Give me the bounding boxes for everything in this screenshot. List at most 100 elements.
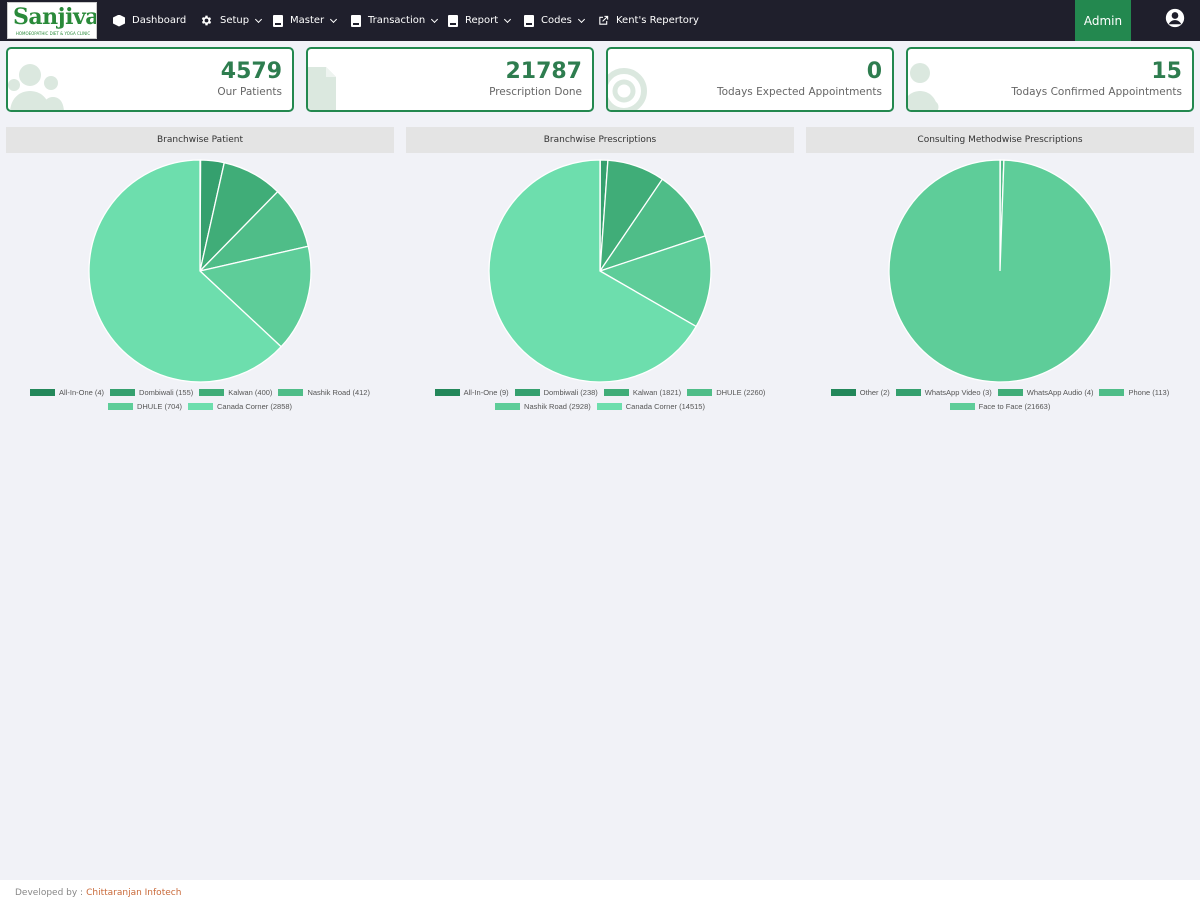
legend-label: All-In-One (4)	[59, 387, 105, 397]
nav-report-label: Report	[465, 15, 499, 26]
legend-swatch	[895, 388, 921, 396]
file-icon	[308, 67, 336, 110]
external-link-icon	[599, 15, 609, 25]
cube-icon	[113, 14, 125, 27]
stat-card-confirmed-appointments: 15 Todays Confirmed Appointments	[906, 47, 1194, 112]
book-icon	[524, 14, 534, 27]
nav-report[interactable]: Report	[448, 0, 512, 41]
legend-item[interactable]: Canada Corner (14515)	[596, 401, 705, 411]
legend-item[interactable]: WhatsApp Video (3)	[895, 387, 992, 397]
legend-label: WhatsApp Audio (4)	[1026, 387, 1094, 397]
legend-swatch	[997, 388, 1023, 396]
legend-label: Other (2)	[859, 387, 890, 397]
chart-panel-branchwise-patient: Branchwise Patient All-In-One (4) Dombiwa…	[6, 127, 394, 417]
pie-slice-face-to-face[interactable]	[888, 159, 1112, 383]
legend-label: Nashik Road (412)	[307, 387, 370, 397]
chevron-down-icon	[255, 15, 263, 23]
legend-item[interactable]: Other (2)	[830, 387, 890, 397]
book-icon	[448, 14, 458, 27]
legend-item[interactable]: DHULE (704)	[107, 401, 182, 411]
chart-title: Branchwise Patient	[6, 127, 394, 153]
nav-setup[interactable]: Setup	[200, 0, 263, 41]
chevron-down-icon	[577, 15, 585, 23]
chart-panel-consulting-methodwise: Consulting Methodwise Prescriptions Othe…	[806, 127, 1194, 417]
chevron-down-icon	[431, 15, 439, 23]
brand-name: Sanjivani	[13, 4, 96, 30]
legend-label: WhatsApp Video (3)	[924, 387, 992, 397]
legend-label: Kalwan (400)	[228, 387, 273, 397]
legend-swatch	[514, 388, 540, 396]
chevron-down-icon	[330, 15, 338, 23]
legend-item[interactable]: Dombiwali (238)	[514, 387, 598, 397]
legend-label: Phone (113)	[1128, 387, 1170, 397]
legend-item[interactable]: Dombiwali (155)	[110, 387, 193, 397]
legend-label: DHULE (2260)	[716, 387, 766, 397]
stat-value: 0	[866, 59, 882, 84]
legend-label: Dombiwali (238)	[543, 387, 598, 397]
user-account-icon[interactable]	[1165, 8, 1185, 28]
stat-card-expected-appointments: 0 Todays Expected Appointments	[606, 47, 894, 112]
nav-transaction-label: Transaction	[368, 15, 426, 26]
stat-card-prescriptions: 21787 Prescription Done	[306, 47, 594, 112]
pie-chart	[488, 159, 712, 383]
legend-item[interactable]: Kalwan (400)	[199, 387, 272, 397]
legend-swatch	[30, 388, 56, 396]
legend-swatch	[278, 388, 304, 396]
stat-label: Todays Confirmed Appointments	[1011, 86, 1182, 98]
stat-label: Our Patients	[217, 86, 282, 98]
legend-swatch	[596, 402, 622, 410]
legend-item[interactable]: WhatsApp Audio (4)	[997, 387, 1094, 397]
legend-item[interactable]: Nashik Road (412)	[278, 387, 370, 397]
book-icon	[273, 14, 283, 27]
legend-item[interactable]: Kalwan (1821)	[603, 387, 682, 397]
nav-master-label: Master	[290, 15, 325, 26]
legend-label: Nashik Road (2928)	[524, 401, 591, 411]
nav-kents-repertory[interactable]: Kent's Repertory	[598, 0, 699, 41]
legend-item[interactable]: Nashik Road (2928)	[495, 401, 591, 411]
pie-chart	[88, 159, 312, 383]
legend-swatch	[187, 402, 213, 410]
chart-legend: All-In-One (4) Dombiwali (155) Kalwan (400…	[16, 387, 384, 411]
nav-repertory-label: Kent's Repertory	[616, 15, 699, 26]
legend-item[interactable]: Phone (113)	[1099, 387, 1169, 397]
legend-label: Face to Face (21663)	[978, 401, 1051, 411]
stat-value: 4579	[220, 59, 282, 84]
brand-logo[interactable]: Sanjivani HOMOEOPATHIC DIET & YOGA CLINI…	[7, 2, 97, 39]
legend-item[interactable]: All-In-One (4)	[30, 387, 104, 397]
legend-item[interactable]: All-In-One (9)	[434, 387, 509, 397]
users-icon	[8, 64, 64, 110]
nav-dashboard-label: Dashboard	[132, 15, 187, 26]
legend-item[interactable]: DHULE (2260)	[687, 387, 765, 397]
legend-swatch	[687, 388, 713, 396]
stat-label: Todays Expected Appointments	[716, 86, 882, 98]
top-navbar: Sanjivani HOMOEOPATHIC DIET & YOGA CLINI…	[0, 0, 1200, 41]
nav-transaction[interactable]: Transaction	[351, 0, 439, 41]
nav-dashboard[interactable]: Dashboard	[113, 0, 186, 41]
legend-swatch	[495, 402, 521, 410]
nav-master[interactable]: Master	[273, 0, 338, 41]
footer-company-link[interactable]: Chittaranjan Infotech	[86, 888, 181, 898]
nav-codes[interactable]: Codes	[524, 0, 585, 41]
admin-button[interactable]: Admin	[1075, 0, 1131, 41]
gear-icon	[201, 15, 212, 26]
legend-label: Dombiwali (155)	[139, 387, 194, 397]
pie-chart	[888, 159, 1112, 383]
chart-title: Consulting Methodwise Prescriptions	[806, 127, 1194, 153]
brand-tagline: HOMOEOPATHIC DIET & YOGA CLINIC	[15, 31, 91, 36]
target-icon	[608, 68, 647, 110]
legend-label: Canada Corner (14515)	[625, 401, 705, 411]
nav-setup-label: Setup	[220, 15, 250, 26]
stat-label: Prescription Done	[489, 86, 582, 98]
footer-prefix: Developed by :	[15, 888, 84, 898]
legend-item[interactable]: Canada Corner (2858)	[187, 401, 292, 411]
chart-title: Branchwise Prescriptions	[406, 127, 794, 153]
legend-swatch	[199, 388, 225, 396]
doctor-icon	[908, 63, 939, 110]
book-icon	[351, 14, 361, 27]
chart-legend: All-In-One (9) Dombiwali (238) Kalwan (182…	[416, 387, 784, 411]
legend-swatch	[110, 388, 136, 396]
legend-label: Kalwan (1821)	[632, 387, 682, 397]
nav-codes-label: Codes	[541, 15, 572, 26]
legend-item[interactable]: Face to Face (21663)	[949, 401, 1051, 411]
legend-swatch	[603, 388, 629, 396]
